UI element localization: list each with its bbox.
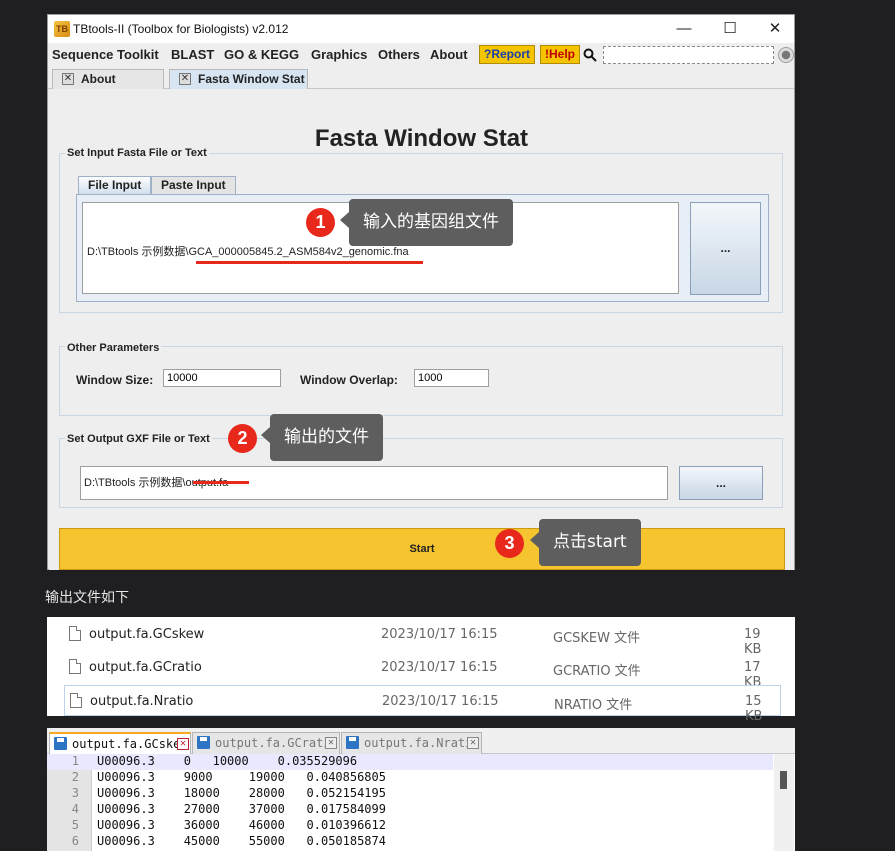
file-type: NRATIO 文件	[554, 698, 633, 713]
editor-tab-bar: output.fa.GCskew ✕ output.fa.GCratio ✕ o…	[47, 728, 795, 754]
editor-tab-label: output.fa.Nratio	[364, 736, 480, 750]
window-size-label: Window Size:	[76, 373, 154, 387]
editor-tab-label: output.fa.GCskew	[72, 737, 188, 751]
file-type: GCSKEW 文件	[553, 631, 641, 646]
close-tab-icon[interactable]: ✕	[62, 73, 74, 85]
scrollbar-thumb[interactable]	[780, 771, 787, 789]
report-button[interactable]: ?Report	[479, 45, 535, 64]
file-icon	[69, 659, 81, 674]
input-group-label: Set Input Fasta File or Text	[65, 147, 209, 159]
tool-panel: Fasta Window Stat Set Input Fasta File o…	[49, 90, 794, 570]
editor-tab-gcskew[interactable]: output.fa.GCskew ✕	[49, 732, 191, 754]
step-3-marker: 3	[495, 529, 524, 558]
output-file-path-field[interactable]: D:\TBtools 示例数据\output.fa	[80, 466, 668, 500]
editor-tab-label: output.fa.GCratio	[215, 736, 338, 750]
document-tabs: ✕ About TBtools ✕ Fasta Window Stat	[48, 69, 794, 104]
file-date: 2023/10/17 16:15	[381, 660, 498, 675]
save-icon	[197, 736, 210, 749]
minimize-button[interactable]: —	[662, 17, 706, 41]
save-icon	[346, 736, 359, 749]
close-tab-icon[interactable]: ✕	[325, 737, 337, 749]
tab-about-tbtools[interactable]: ✕ About TBtools	[52, 69, 164, 104]
text-editor: output.fa.GCskew ✕ output.fa.GCratio ✕ o…	[47, 728, 795, 851]
start-button[interactable]: Start	[59, 528, 785, 570]
file-icon	[69, 626, 81, 641]
editor-line[interactable]: 6 U00096.3 45000 55000 0.050185874	[47, 834, 773, 850]
editor-line[interactable]: 4 U00096.3 27000 37000 0.017584099	[47, 802, 773, 818]
help-button[interactable]: !Help	[540, 45, 580, 64]
close-button[interactable]: ✕	[753, 17, 797, 41]
editor-line[interactable]: 1 U00096.3 0 10000 0.035529096	[47, 754, 773, 770]
close-tab-icon[interactable]: ✕	[467, 737, 479, 749]
output-caption: 输出文件如下	[45, 590, 129, 606]
file-name: output.fa.GCskew	[89, 627, 205, 642]
file-icon	[70, 693, 82, 708]
window-size-input[interactable]: 10000	[163, 369, 281, 387]
window-overlap-input[interactable]: 1000	[414, 369, 489, 387]
tab-label: Fasta Window Stat	[198, 72, 305, 86]
window-title: TBtools-II (Toolbox for Biologists) v2.0…	[73, 22, 289, 36]
menu-graphics[interactable]: Graphics	[311, 47, 367, 62]
file-row-gcratio[interactable]: output.fa.GCratio 2023/10/17 16:15 GCRAT…	[64, 652, 781, 690]
close-tab-icon[interactable]: ✕	[179, 73, 191, 85]
file-row-gcskew[interactable]: output.fa.GCskew 2023/10/17 16:15 GCSKEW…	[64, 619, 781, 657]
vertical-scrollbar[interactable]	[774, 754, 794, 851]
search-input[interactable]	[603, 46, 774, 64]
editor-line[interactable]: 5 U00096.3 36000 46000 0.010396612	[47, 818, 773, 834]
file-size: 15 KB	[745, 694, 763, 724]
file-name: output.fa.GCratio	[89, 660, 202, 675]
file-explorer-list: output.fa.GCskew 2023/10/17 16:15 GCSKEW…	[47, 617, 795, 724]
file-date: 2023/10/17 16:15	[381, 627, 498, 642]
output-path-underline	[193, 481, 249, 484]
editor-line[interactable]: 2 U00096.3 9000 19000 0.040856805	[47, 770, 773, 786]
tab-file-input[interactable]: File Input	[78, 176, 152, 195]
search-icon	[583, 48, 597, 62]
menu-about[interactable]: About	[430, 47, 468, 62]
step-2-marker: 2	[228, 424, 257, 453]
menu-blast[interactable]: BLAST	[171, 47, 214, 62]
step-1-marker: 1	[306, 208, 335, 237]
browse-output-button[interactable]: ...	[679, 466, 763, 500]
input-path-underline	[196, 261, 423, 264]
editor-tab-nratio[interactable]: output.fa.Nratio ✕	[341, 732, 482, 754]
output-group-label: Set Output GXF File or Text	[65, 433, 212, 445]
step-3-callout: 点击start	[530, 519, 641, 566]
tab-fasta-window-stat[interactable]: ✕ Fasta Window Stat	[169, 69, 308, 89]
tab-paste-input[interactable]: Paste Input	[151, 176, 236, 195]
editor-tab-gcratio[interactable]: output.fa.GCratio ✕	[192, 732, 340, 754]
tbtools-app-icon: TB	[54, 21, 70, 37]
file-date: 2023/10/17 16:15	[382, 694, 499, 709]
menu-others[interactable]: Others	[378, 47, 420, 62]
tbtools-window: TB TBtools-II (Toolbox for Biologists) v…	[47, 14, 795, 570]
close-tab-icon[interactable]: ✕	[177, 738, 189, 750]
step-2-callout: 输出的文件	[261, 414, 383, 461]
editor-line[interactable]: 3 U00096.3 18000 28000 0.052154195	[47, 786, 773, 802]
params-group-label: Other Parameters	[65, 342, 162, 354]
window-overlap-label: Window Overlap:	[300, 373, 398, 387]
menu-sequence-toolkit[interactable]: Sequence Toolkit	[52, 47, 159, 62]
menu-go-kegg[interactable]: GO & KEGG	[224, 47, 299, 62]
title-bar: TB TBtools-II (Toolbox for Biologists) v…	[48, 15, 794, 43]
save-icon	[54, 737, 67, 750]
search-toggle-icon[interactable]	[778, 47, 794, 63]
maximize-button[interactable]: ☐	[708, 17, 752, 41]
browse-input-button[interactable]: ...	[690, 202, 761, 295]
file-name: output.fa.Nratio	[90, 694, 194, 709]
file-row-nratio[interactable]: output.fa.Nratio 2023/10/17 16:15 NRATIO…	[64, 685, 781, 724]
step-1-callout: 输入的基因组文件	[340, 199, 513, 246]
file-type: GCRATIO 文件	[553, 664, 641, 679]
menu-bar: Sequence Toolkit BLAST GO & KEGG Graphic…	[48, 43, 794, 67]
